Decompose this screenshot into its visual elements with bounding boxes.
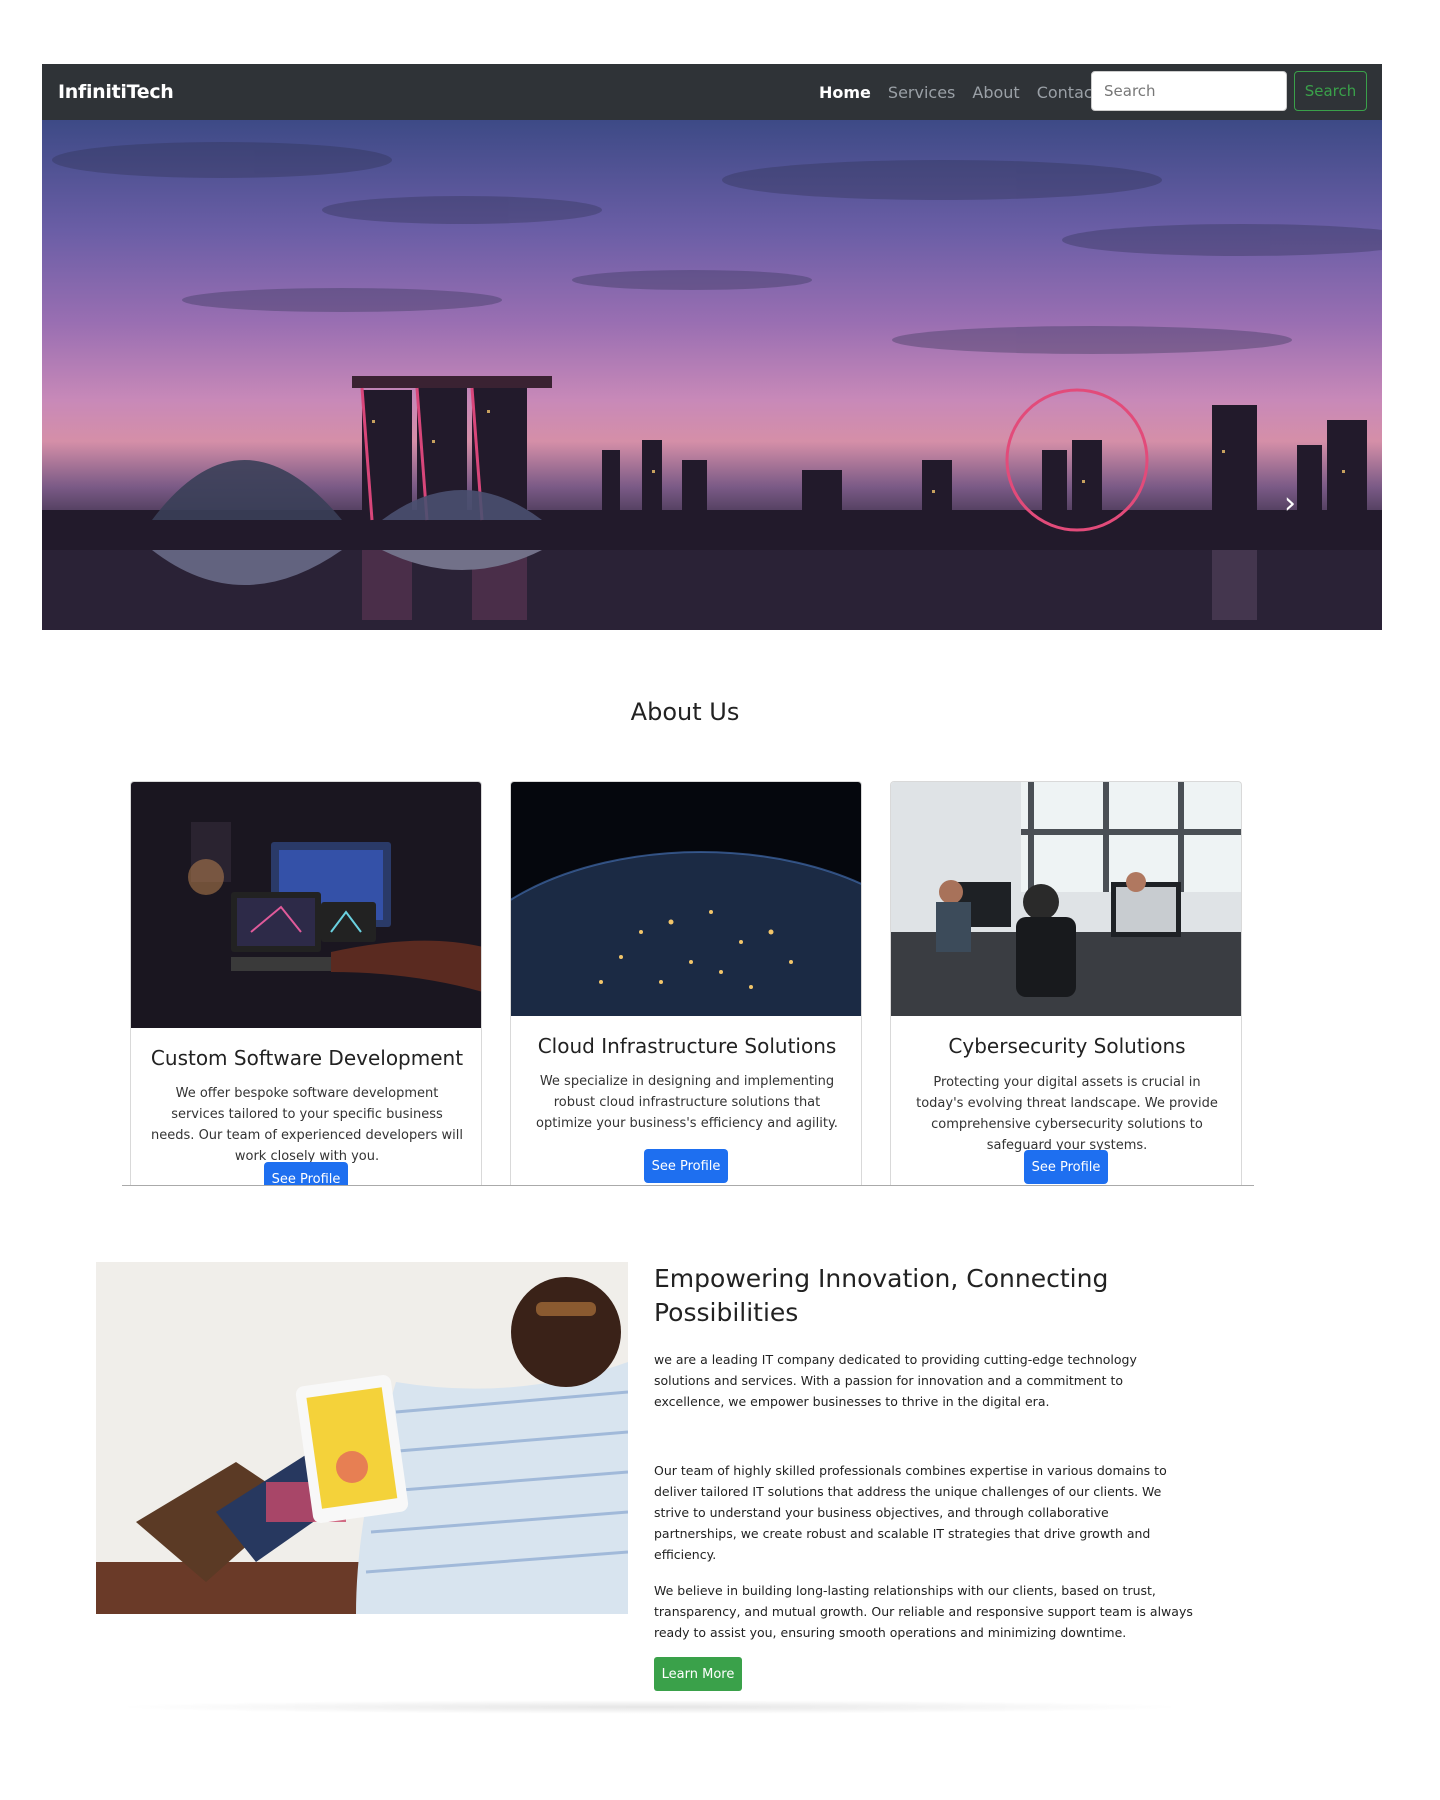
card-title: Custom Software Development bbox=[150, 1046, 464, 1070]
brand-logo[interactable]: InfinitiTech bbox=[58, 81, 174, 103]
empower-paragraph: Our team of highly skilled professionals… bbox=[654, 1463, 1167, 1562]
see-profile-button[interactable]: See Profile bbox=[1024, 1150, 1108, 1184]
card-text: We offer bespoke software development se… bbox=[151, 1086, 463, 1164]
section-shadow bbox=[110, 1700, 1190, 1714]
nav-link-about[interactable]: About bbox=[972, 83, 1019, 102]
card-text: Protecting your digital assets is crucia… bbox=[916, 1075, 1218, 1153]
services-cards: Custom Software Development We offer bes… bbox=[122, 780, 1254, 1186]
chevron-right-icon[interactable]: › bbox=[1284, 486, 1296, 521]
empower-paragraph: We believe in building long-lasting rela… bbox=[654, 1583, 1193, 1640]
search-button[interactable]: Search bbox=[1294, 71, 1367, 111]
nav-link-services[interactable]: Services bbox=[888, 83, 955, 102]
see-profile-button[interactable]: See Profile bbox=[644, 1149, 728, 1183]
earth-night-image bbox=[511, 782, 861, 1016]
hero-carousel: › bbox=[42, 120, 1382, 630]
service-card: Cybersecurity Solutions Protecting your … bbox=[890, 781, 1242, 1185]
office-workspace-image bbox=[891, 782, 1241, 1016]
search-input[interactable] bbox=[1091, 71, 1287, 111]
empower-paragraph: we are a leading IT company dedicated to… bbox=[654, 1352, 1137, 1409]
tablet-user-image bbox=[96, 1262, 628, 1614]
service-card: Custom Software Development We offer bes… bbox=[130, 781, 482, 1185]
top-navbar: InfinitiTech Home Services About Contact… bbox=[42, 64, 1382, 120]
nav-link-contact[interactable]: Contact bbox=[1037, 83, 1099, 102]
card-text: We specialize in designing and implement… bbox=[536, 1074, 838, 1131]
hero-skyline-image bbox=[42, 142, 1382, 630]
card-title: Cybersecurity Solutions bbox=[948, 1034, 1186, 1058]
nav-link-home[interactable]: Home bbox=[819, 83, 871, 102]
about-us-heading: About Us bbox=[630, 698, 740, 726]
card-title: Cloud Infrastructure Solutions bbox=[537, 1034, 837, 1058]
service-card: Cloud Infrastructure Solutions We specia… bbox=[510, 781, 862, 1185]
developer-desk-image bbox=[131, 782, 481, 1028]
empower-heading: Empowering Innovation, Connecting Possib… bbox=[654, 1264, 1109, 1327]
see-profile-button[interactable]: See Profile bbox=[264, 1162, 348, 1185]
nav-links: Home Services About Contact bbox=[819, 83, 1116, 102]
learn-more-button[interactable]: Learn More bbox=[654, 1657, 742, 1691]
